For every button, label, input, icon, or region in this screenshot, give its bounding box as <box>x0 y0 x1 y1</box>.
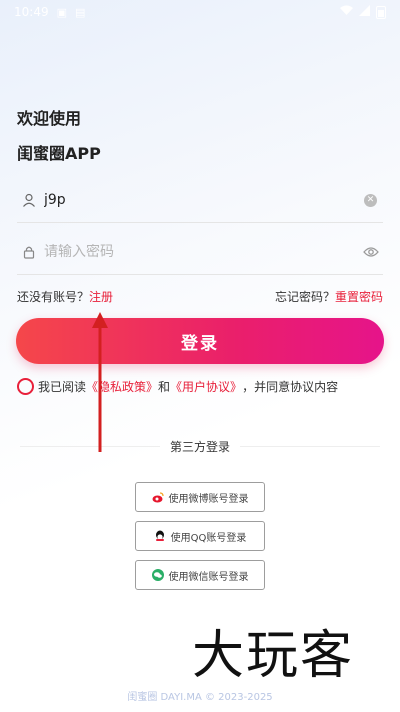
account-links-row: 还没有账号？注册 忘记密码？重置密码 <box>17 288 383 305</box>
eye-icon[interactable] <box>363 246 379 258</box>
qq-login-label: 使用QQ账号登录 <box>170 532 247 544</box>
wechat-icon <box>151 569 164 581</box>
third-party-label-text: 第三方登录 <box>159 440 240 454</box>
lock-icon <box>22 244 38 260</box>
weibo-login-button[interactable]: 使用微博账号登录 <box>135 482 265 512</box>
register-prompt: 还没有账号？注册 <box>17 288 113 305</box>
signal-icon <box>359 5 370 19</box>
app-name: 闺蜜圈APP <box>17 144 101 163</box>
welcome-title: 欢迎使用 <box>17 109 82 128</box>
agree-prefix: 我已阅读 <box>38 380 87 394</box>
qq-login-button[interactable]: 使用QQ账号登录 <box>135 521 265 551</box>
battery-icon <box>376 5 386 19</box>
username-field: ✕ <box>17 178 383 223</box>
notification-icon: ▣ <box>56 5 67 19</box>
agreement-row: 我已阅读 《隐私政策》 和 《用户协议》 ，并同意协议内容 <box>17 378 338 395</box>
user-agreement-link[interactable]: 《用户协议》 <box>170 378 242 395</box>
weibo-login-label: 使用微博账号登录 <box>168 493 249 505</box>
third-party-label: 第三方登录 <box>0 438 400 455</box>
watermark-text: 大玩客 <box>192 626 355 686</box>
user-icon <box>22 192 38 208</box>
annotation-arrow-icon <box>92 312 108 452</box>
footer-copyright: 闺蜜圈 DAYI.MA © 2023-2025 <box>127 692 273 703</box>
wechat-login-button[interactable]: 使用微信账号登录 <box>135 560 265 590</box>
reset-password-link[interactable]: 重置密码 <box>335 290 383 304</box>
forgot-prompt: 忘记密码？重置密码 <box>275 288 383 305</box>
status-right <box>340 5 386 19</box>
forgot-text: 忘记密码？ <box>274 290 335 304</box>
login-button[interactable]: 登录 <box>16 318 384 364</box>
status-left: 10:49 ▣ ▤ <box>14 5 85 19</box>
agree-suffix: ，并同意协议内容 <box>242 380 339 394</box>
status-bar: 10:49 ▣ ▤ <box>0 0 400 24</box>
sim-icon: ▤ <box>75 5 86 19</box>
username-input[interactable] <box>44 192 364 208</box>
weibo-icon <box>152 491 164 503</box>
no-account-text: 还没有账号？ <box>17 290 90 304</box>
wechat-login-label: 使用微信账号登录 <box>168 571 249 583</box>
register-link[interactable]: 注册 <box>89 290 113 304</box>
qq-icon <box>154 530 166 542</box>
wifi-icon <box>340 5 353 19</box>
password-field <box>17 230 383 275</box>
clear-icon[interactable]: ✕ <box>364 193 377 207</box>
status-time: 10:49 <box>14 5 49 19</box>
agree-checkbox[interactable] <box>17 378 34 395</box>
agree-and: 和 <box>158 380 171 394</box>
password-input[interactable] <box>44 244 363 260</box>
